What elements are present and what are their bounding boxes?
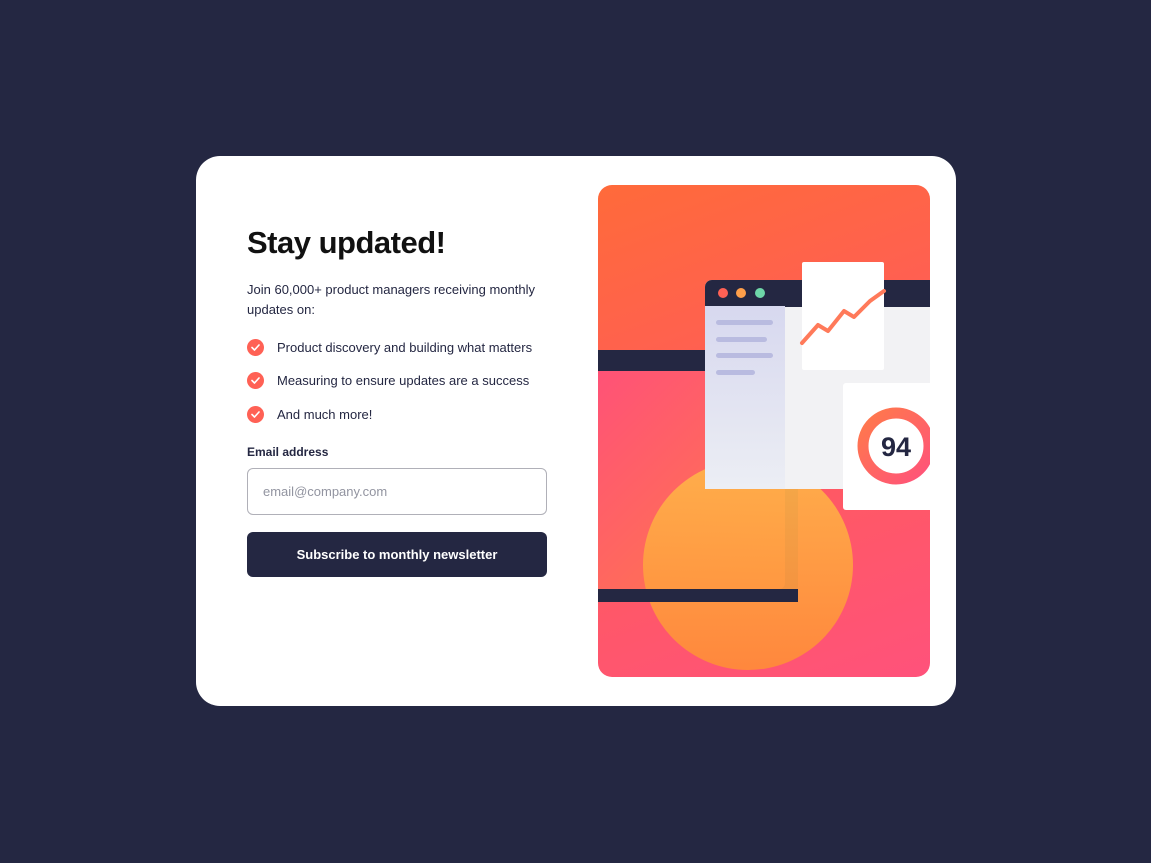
subscribe-button[interactable]: Subscribe to monthly newsletter [247, 532, 547, 577]
minimize-dot-icon [736, 288, 746, 298]
browser-sidebar [705, 306, 785, 489]
close-dot-icon [718, 288, 728, 298]
email-label: Email address [247, 445, 329, 459]
list-item: Product discovery and building what matt… [247, 338, 547, 356]
check-icon [247, 372, 264, 389]
intro-text: Join 60,000+ product managers receiving … [247, 282, 535, 317]
hero-illustration: 94 [598, 185, 930, 677]
feature-list: Product discovery and building what matt… [247, 338, 547, 423]
maximize-dot-icon [755, 288, 765, 298]
score-value: 94 [881, 432, 911, 462]
check-icon [247, 405, 264, 423]
check-icon [247, 338, 264, 356]
chart-card [802, 262, 884, 370]
sun-shape [643, 460, 853, 670]
list-item: Measuring to ensure updates are a succes… [247, 372, 547, 390]
feature-text: Measuring to ensure updates are a succes… [277, 373, 530, 388]
dashboard-illustration: 94 [598, 262, 930, 670]
page-title: Stay updated! [247, 225, 446, 260]
email-field[interactable] [247, 468, 547, 515]
feature-text: Product discovery and building what matt… [277, 339, 533, 355]
signup-form-section: Stay updated! Join 60,000+ product manag… [247, 226, 547, 577]
signup-card: Stay updated! Join 60,000+ product manag… [196, 156, 956, 706]
list-item: And much more! [247, 405, 547, 423]
feature-text: And much more! [277, 406, 373, 422]
